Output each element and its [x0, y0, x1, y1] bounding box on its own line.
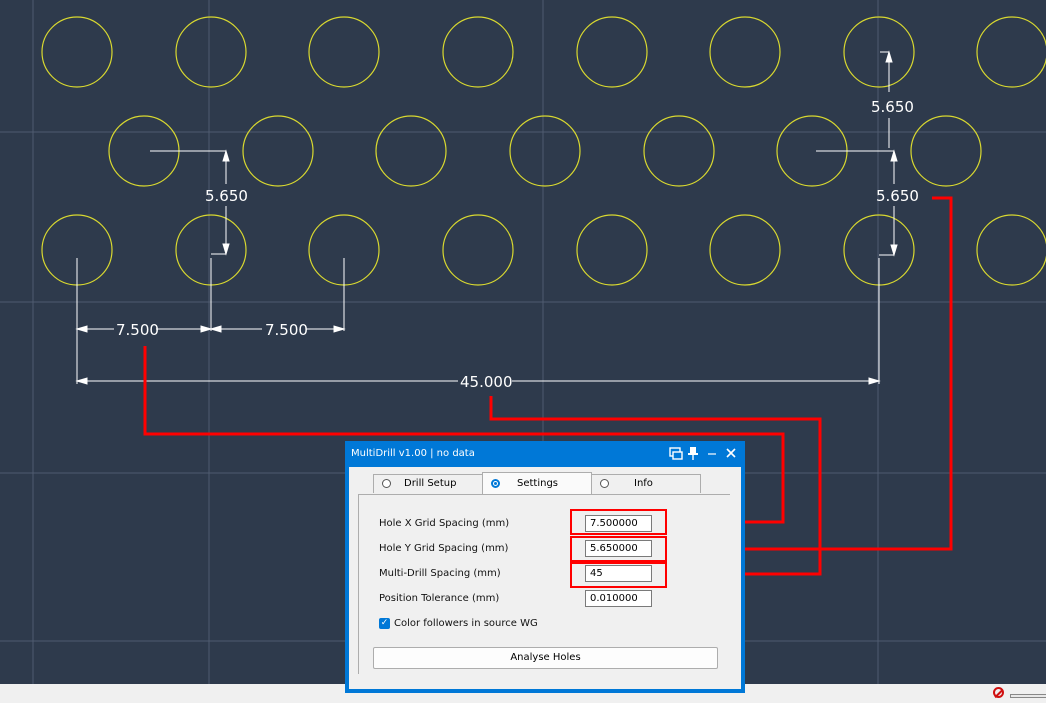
close-icon[interactable] — [724, 446, 738, 460]
drill-hole — [442, 214, 514, 286]
drill-hole — [375, 115, 447, 187]
multi-drill-spacing-label: 45.000 — [460, 373, 513, 391]
dimension-arrowhead — [890, 149, 898, 162]
prohibited-icon — [993, 687, 1004, 698]
dimension-arrowhead — [333, 325, 346, 333]
dimension-arrowhead — [209, 325, 222, 333]
dimension-lines — [75, 50, 898, 385]
tab-settings[interactable]: Settings — [482, 472, 592, 494]
screen-icon[interactable] — [669, 446, 683, 460]
drill-hole — [175, 16, 247, 88]
drill-hole — [576, 16, 648, 88]
tab-label: Settings — [517, 478, 559, 489]
status-progress-track — [1010, 694, 1046, 698]
tab-label: Info — [634, 478, 653, 489]
dimension-arrowhead — [885, 50, 893, 63]
drill-hole — [976, 16, 1046, 88]
pin-icon[interactable] — [686, 446, 700, 460]
minimize-icon[interactable] — [705, 446, 719, 460]
x-spacing-second-label: 7.500 — [265, 321, 308, 339]
position-tolerance-label: Position Tolerance (mm) — [379, 593, 500, 604]
dimension-arrowhead — [222, 149, 230, 162]
drill-hole — [242, 115, 314, 187]
tab-info[interactable]: Info — [591, 474, 701, 493]
hole-y-spacing-label: Hole Y Grid Spacing (mm) — [379, 543, 509, 554]
y-spacing-left-label: 5.650 — [205, 187, 248, 205]
y-spacing-right-top-label: 5.650 — [871, 98, 914, 116]
dialog-body: Drill Setup Settings Info Hole X Grid Sp… — [349, 467, 741, 689]
drill-hole — [709, 16, 781, 88]
tab-radio-icon — [600, 479, 609, 488]
analyse-holes-button[interactable]: Analyse Holes — [373, 647, 718, 669]
tab-radio-icon — [382, 479, 391, 488]
drill-hole — [910, 115, 982, 187]
highlight-multi-drill — [570, 562, 667, 588]
y-spacing-right-bottom-label: 5.650 — [876, 187, 919, 205]
drill-hole — [709, 214, 781, 286]
dimension-arrowhead — [75, 325, 88, 333]
highlight-x-spacing — [570, 509, 667, 535]
tab-label: Drill Setup — [404, 478, 457, 489]
multi-drill-spacing-label: Multi-Drill Spacing (mm) — [379, 568, 501, 579]
drill-hole — [442, 16, 514, 88]
x-spacing-first-label: 7.500 — [116, 321, 159, 339]
drill-hole — [576, 214, 648, 286]
color-followers-label: Color followers in source WG — [394, 618, 538, 629]
color-followers-checkbox[interactable]: ✓ — [379, 618, 390, 629]
hole-x-spacing-label: Hole X Grid Spacing (mm) — [379, 518, 510, 529]
drill-hole — [308, 16, 380, 88]
dialog-title: MultiDrill v1.00 | no data — [351, 448, 475, 459]
drill-hole — [509, 115, 581, 187]
highlight-y-spacing — [570, 536, 667, 562]
dimension-arrowhead — [222, 243, 230, 256]
drill-hole — [843, 16, 915, 88]
dimension-arrowhead — [75, 377, 88, 385]
dialog-titlebar[interactable]: MultiDrill v1.00 | no data — [345, 441, 745, 467]
tab-drill-setup[interactable]: Drill Setup — [373, 474, 483, 493]
tab-radio-icon — [491, 479, 500, 488]
multidrill-dialog: MultiDrill v1.00 | no data Drill Setup S… — [345, 441, 745, 693]
dimension-arrowhead — [890, 244, 898, 257]
drill-hole — [41, 16, 113, 88]
drill-hole — [976, 214, 1046, 286]
position-tolerance-input[interactable]: 0.010000 — [585, 590, 652, 607]
drill-hole — [643, 115, 715, 187]
